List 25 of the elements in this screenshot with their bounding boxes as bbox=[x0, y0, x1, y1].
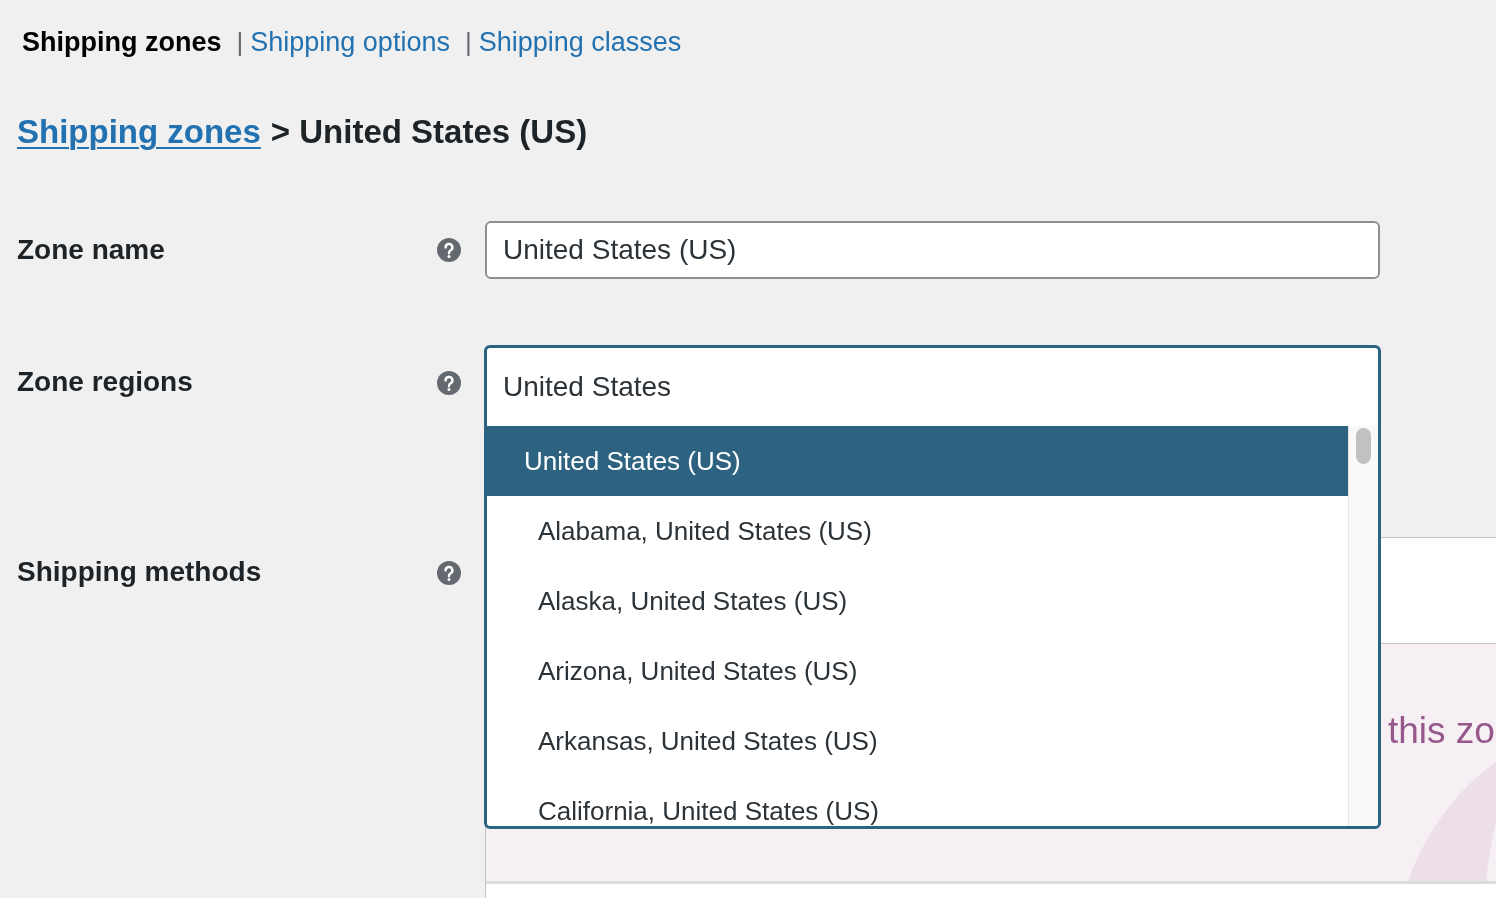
field-label: Shipping methods bbox=[17, 555, 263, 589]
help-icon[interactable] bbox=[437, 371, 461, 395]
help-icon[interactable] bbox=[437, 238, 461, 262]
dropdown-option[interactable]: Arkansas, United States (US) bbox=[487, 706, 1348, 776]
subnav-link[interactable]: Shipping options bbox=[250, 25, 450, 59]
breadcrumb-link[interactable]: Shipping zones bbox=[17, 112, 261, 152]
scrollbar-thumb[interactable] bbox=[1356, 428, 1371, 464]
zone-name-input[interactable]: United States (US) bbox=[485, 221, 1380, 279]
dropdown-option[interactable]: United States (US) bbox=[487, 426, 1348, 496]
scrollbar-track[interactable] bbox=[1348, 426, 1378, 826]
dropdown-option[interactable]: California, United States (US) bbox=[487, 776, 1348, 824]
field-label: Zone regions bbox=[17, 365, 194, 399]
dropdown-option[interactable]: Alaska, United States (US) bbox=[487, 566, 1348, 636]
page-title: > United States (US) bbox=[270, 112, 588, 152]
nav-separator: | bbox=[464, 26, 472, 59]
empty-state-text: this zo bbox=[1388, 710, 1495, 751]
help-icon[interactable] bbox=[437, 561, 461, 585]
field-label: Zone name bbox=[17, 233, 166, 267]
dropdown-option[interactable]: Arizona, United States (US) bbox=[487, 636, 1348, 706]
dropdown-option[interactable]: Alabama, United States (US) bbox=[487, 496, 1348, 566]
subnav-link[interactable]: Shipping zones bbox=[22, 25, 222, 59]
region-select[interactable]: United States United States (US) Alabama, United States (US) Alaska, United States (US) Arizona, United States (US) Arkansas, United States (US) California, United States (US) bbox=[484, 345, 1381, 829]
region-search-field[interactable]: United States bbox=[487, 348, 1378, 426]
subnav-link[interactable]: Shipping classes bbox=[478, 25, 682, 59]
nav-separator: | bbox=[236, 26, 244, 59]
